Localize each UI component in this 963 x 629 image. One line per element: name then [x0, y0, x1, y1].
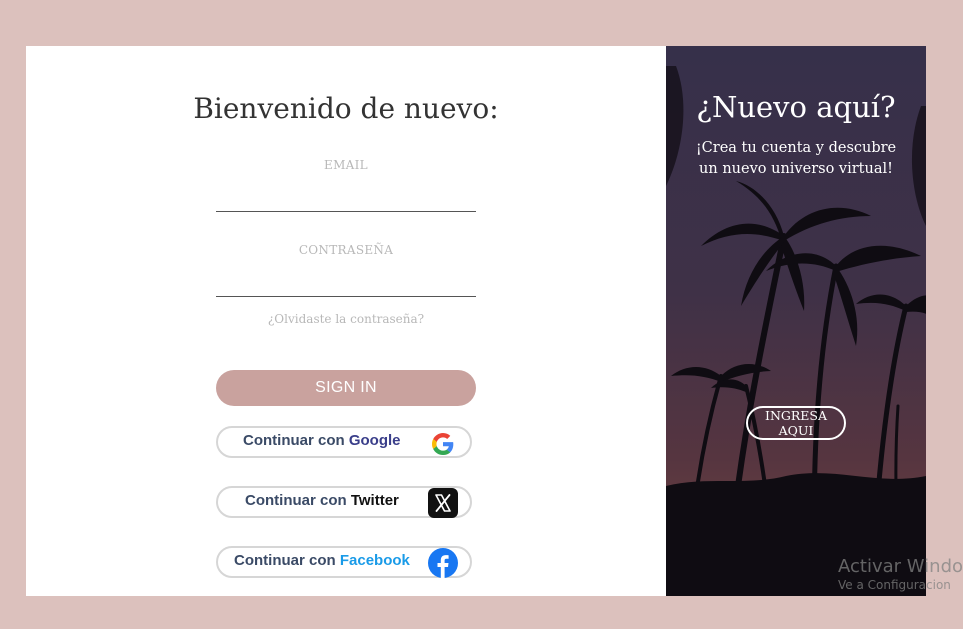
twitter-prefix: Continuar con	[245, 492, 347, 509]
facebook-icon	[428, 548, 458, 582]
google-button-label: Continuar con Google	[243, 432, 401, 449]
sign-in-button[interactable]: SIGN IN	[216, 370, 476, 406]
auth-card: Bienvenido de nuevo: EMAIL CONTRASEÑA ¿O…	[26, 46, 926, 596]
windows-activation-watermark: Activar Windo Ve a Configuracion	[838, 556, 963, 592]
password-label: CONTRASEÑA	[298, 243, 394, 257]
twitter-button-label: Continuar con Twitter	[245, 492, 399, 509]
password-field[interactable]	[216, 270, 476, 297]
google-brand: Google	[348, 432, 401, 449]
twitter-brand: Twitter	[350, 492, 399, 509]
google-icon	[432, 433, 454, 459]
facebook-login-button[interactable]: Continuar con Facebook	[216, 546, 472, 578]
palm-trees-background	[666, 46, 926, 596]
email-label: EMAIL	[324, 158, 368, 172]
login-title: Bienvenido de nuevo:	[193, 92, 499, 125]
forgot-password-link[interactable]: ¿Olvidaste la contraseña?	[216, 312, 476, 326]
facebook-button-label: Continuar con Facebook	[234, 552, 410, 569]
facebook-prefix: Continuar con	[234, 552, 336, 569]
register-button[interactable]: INGRESA AQUI	[746, 406, 846, 440]
login-panel: Bienvenido de nuevo: EMAIL CONTRASEÑA ¿O…	[26, 46, 666, 596]
signup-title: ¿Nuevo aquí?	[696, 90, 896, 124]
watermark-line1: Activar Windo	[838, 556, 963, 577]
signup-subtitle: ¡Crea tu cuenta y descubre un nuevo univ…	[695, 140, 897, 177]
x-twitter-icon	[428, 488, 458, 522]
google-login-button[interactable]: Continuar con Google	[216, 426, 472, 458]
facebook-brand: Facebook	[339, 552, 410, 569]
signup-panel: ¿Nuevo aquí? ¡Crea tu cuenta y descubre …	[666, 46, 926, 596]
google-prefix: Continuar con	[243, 432, 345, 449]
watermark-line2: Ve a Configuracion	[838, 578, 951, 592]
twitter-login-button[interactable]: Continuar con Twitter	[216, 486, 472, 518]
email-field[interactable]	[216, 185, 476, 212]
